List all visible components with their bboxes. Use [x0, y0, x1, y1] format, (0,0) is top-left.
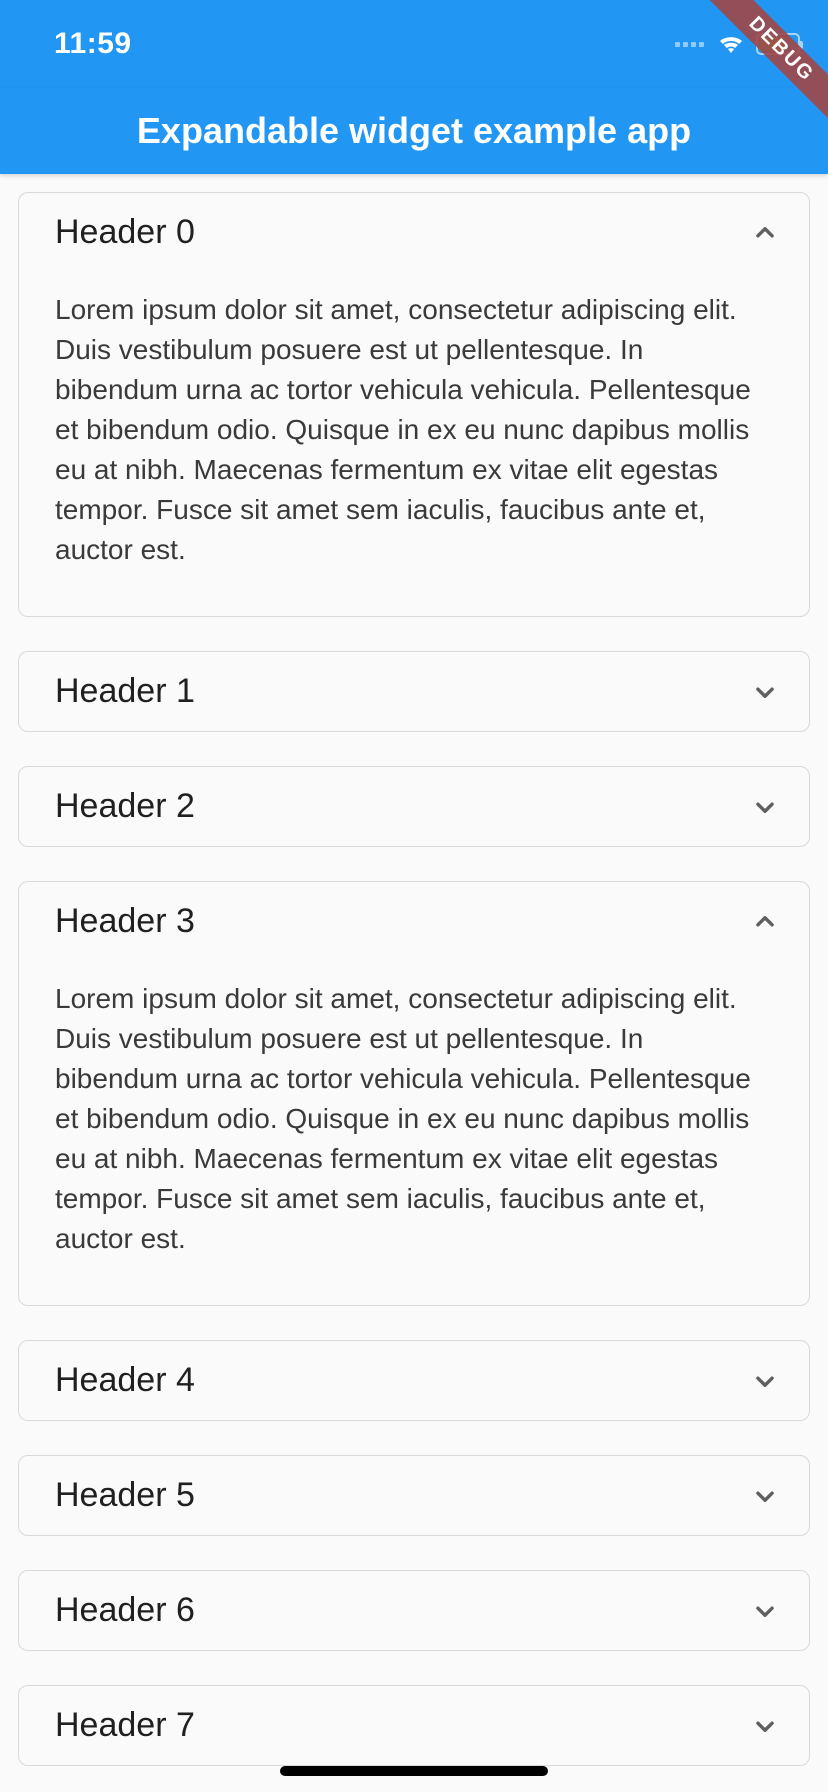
expansion-panel-title: Header 6 [55, 1591, 195, 1630]
chevron-down-icon[interactable] [747, 789, 783, 825]
cellular-icon [675, 42, 704, 47]
status-time: 11:59 [54, 27, 132, 61]
chevron-down-icon[interactable] [747, 1593, 783, 1629]
expansion-panel: Header 7 [18, 1685, 810, 1766]
expansion-panel-body-text: Lorem ipsum dolor sit amet, consectetur … [55, 290, 773, 570]
chevron-up-icon[interactable] [747, 904, 783, 940]
expansion-panel: Header 0 Lorem ipsum dolor sit amet, cons… [18, 192, 810, 617]
expansion-panel-title: Header 2 [55, 787, 195, 826]
home-indicator [280, 1766, 548, 1776]
expansion-panel-header[interactable]: Header 6 [19, 1571, 809, 1650]
chevron-down-icon[interactable] [747, 1478, 783, 1514]
expansion-panel-header[interactable]: Header 5 [19, 1456, 809, 1535]
expansion-panel-body: Lorem ipsum dolor sit amet, consectetur … [19, 961, 809, 1305]
expansion-panel-title: Header 1 [55, 672, 195, 711]
status-icons: ⚡ [675, 33, 800, 55]
chevron-down-icon[interactable] [747, 674, 783, 710]
expansion-panel: Header 1 [18, 651, 810, 732]
expansion-panel-title: Header 7 [55, 1706, 195, 1745]
wifi-icon [716, 33, 746, 55]
content-scroll[interactable]: Header 0 Lorem ipsum dolor sit amet, cons… [0, 174, 828, 1792]
expansion-panel-header[interactable]: Header 2 [19, 767, 809, 846]
expansion-panel: Header 5 [18, 1455, 810, 1536]
expansion-panel-title: Header 3 [55, 902, 195, 941]
expansion-panel-title: Header 5 [55, 1476, 195, 1515]
expansion-panel-header[interactable]: Header 7 [19, 1686, 809, 1765]
expansion-panel-body-text: Lorem ipsum dolor sit amet, consectetur … [55, 979, 773, 1259]
expansion-panel-header[interactable]: Header 1 [19, 652, 809, 731]
app-bar-title: Expandable widget example app [137, 110, 691, 152]
expansion-panel: Header 6 [18, 1570, 810, 1651]
expansion-panel-body: Lorem ipsum dolor sit amet, consectetur … [19, 272, 809, 616]
expansion-panel-title: Header 0 [55, 213, 195, 252]
expansion-panel-header[interactable]: Header 0 [19, 193, 809, 272]
expansion-panel: Header 2 [18, 766, 810, 847]
status-bar: 11:59 ⚡ [0, 0, 828, 88]
expansion-panel-header[interactable]: Header 3 [19, 882, 809, 961]
chevron-down-icon[interactable] [747, 1363, 783, 1399]
chevron-down-icon[interactable] [747, 1708, 783, 1744]
battery-icon: ⚡ [756, 33, 800, 55]
chevron-up-icon[interactable] [747, 215, 783, 251]
expansion-panel: Header 3 Lorem ipsum dolor sit amet, cons… [18, 881, 810, 1306]
expansion-panel-header[interactable]: Header 4 [19, 1341, 809, 1420]
expansion-panel: Header 4 [18, 1340, 810, 1421]
expansion-panel-title: Header 4 [55, 1361, 195, 1400]
app-bar: Expandable widget example app [0, 88, 828, 174]
